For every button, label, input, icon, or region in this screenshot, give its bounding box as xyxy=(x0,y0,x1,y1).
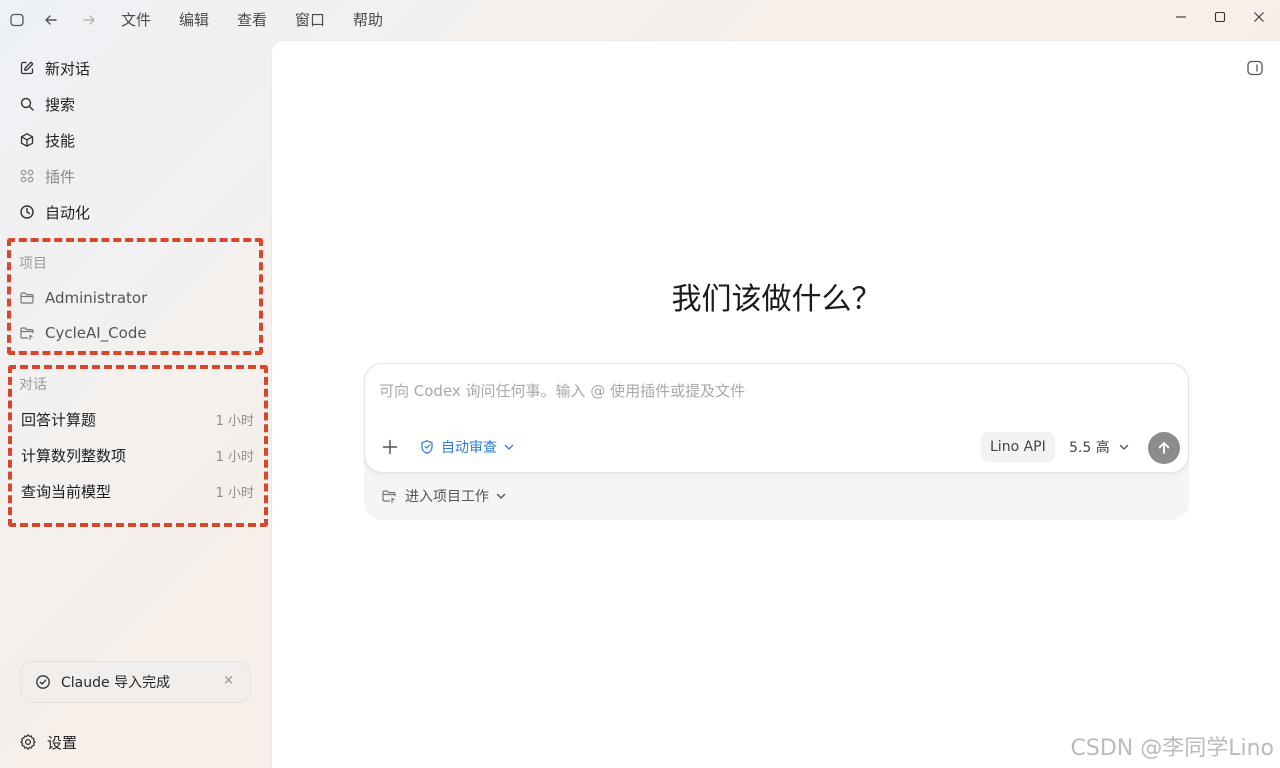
prompt-input[interactable]: 可向 Codex 询问任何事。输入 @ 使用插件或提及文件 xyxy=(379,380,745,401)
menu-view[interactable]: 查看 xyxy=(237,10,267,30)
chevron-down-icon xyxy=(503,441,515,453)
conversation-time: 1 小时 xyxy=(215,413,254,429)
folder-link-icon xyxy=(381,488,397,504)
sidebar-item-label: 技能 xyxy=(45,131,76,150)
sidebar-item-label: 新对话 xyxy=(45,59,91,78)
title-bar: 文件 编辑 查看 窗口 帮助 xyxy=(0,0,1280,40)
project-work-label: 进入项目工作 xyxy=(405,489,489,505)
auto-review-label: 自动审查 xyxy=(441,440,497,456)
menu-file[interactable]: 文件 xyxy=(121,10,151,30)
clock-icon xyxy=(18,203,36,221)
composer-container: 可向 Codex 询问任何事。输入 @ 使用插件或提及文件 自动审查 Lino … xyxy=(364,363,1189,520)
menu-edit[interactable]: 编辑 xyxy=(179,10,209,30)
sidebar-item-search[interactable]: 搜索 xyxy=(18,91,75,117)
watermark: CSDN @李同学Lino xyxy=(1070,736,1275,761)
send-button[interactable] xyxy=(1148,432,1180,464)
conversation-title: 回答计算题 xyxy=(21,410,97,429)
close-icon[interactable] xyxy=(1248,6,1270,28)
forward-arrow-icon[interactable] xyxy=(79,10,99,30)
sidebar-item-label: 搜索 xyxy=(45,95,76,114)
project-item-administrator[interactable]: Administrator xyxy=(18,286,147,310)
projects-section-title: 项目 xyxy=(19,256,47,272)
sidebar-item-automation[interactable]: 自动化 xyxy=(18,199,90,225)
conversation-time: 1 小时 xyxy=(215,485,254,501)
api-provider-chip[interactable]: Lino API xyxy=(981,432,1055,462)
conversation-time: 1 小时 xyxy=(215,449,254,465)
sidebar: 新对话 搜索 技能 插件 自动化 项目 Administrator CycleA… xyxy=(0,40,271,768)
sidebar-item-new-chat[interactable]: 新对话 xyxy=(18,55,90,81)
sidebar-toggle-icon[interactable] xyxy=(7,10,27,30)
maximize-icon[interactable] xyxy=(1209,6,1231,28)
add-attachment-icon[interactable] xyxy=(379,436,401,458)
settings-label: 设置 xyxy=(47,733,78,752)
auto-review-dropdown[interactable]: 自动审查 xyxy=(419,436,515,458)
arrow-up-icon xyxy=(1156,440,1172,456)
conversation-item[interactable]: 查询当前模型 1 小时 xyxy=(21,479,254,503)
toast-close-button[interactable]: × xyxy=(223,673,234,688)
enter-project-work-dropdown[interactable]: 进入项目工作 xyxy=(381,486,507,506)
sidebar-item-label: 自动化 xyxy=(45,203,91,222)
conversation-title: 计算数列整数项 xyxy=(21,446,127,465)
sidebar-item-plugins[interactable]: 插件 xyxy=(18,163,75,189)
chevron-down-icon xyxy=(1118,441,1130,453)
model-selector[interactable]: 5.5 高 xyxy=(1069,436,1130,458)
shield-icon xyxy=(419,439,435,455)
check-circle-icon xyxy=(35,674,51,690)
panel-toggle-icon[interactable] xyxy=(1246,59,1264,77)
gear-icon xyxy=(19,733,37,751)
project-label: CycleAI_Code xyxy=(45,324,147,342)
page-title: 我们该做什么？ xyxy=(671,282,882,317)
menu-window[interactable]: 窗口 xyxy=(295,10,325,30)
sidebar-item-label: 插件 xyxy=(45,167,76,186)
conversation-title: 查询当前模型 xyxy=(21,482,112,501)
sidebar-item-skills[interactable]: 技能 xyxy=(18,127,75,153)
project-label: Administrator xyxy=(45,289,148,307)
chevron-down-icon xyxy=(495,490,507,502)
conversations-section-title: 对话 xyxy=(19,377,47,393)
back-arrow-icon[interactable] xyxy=(41,10,61,30)
menu-help[interactable]: 帮助 xyxy=(353,10,383,30)
minimize-icon[interactable] xyxy=(1170,6,1192,28)
grid-icon xyxy=(18,167,36,185)
main-panel: 我们该做什么？ 可向 Codex 询问任何事。输入 @ 使用插件或提及文件 自动… xyxy=(271,40,1280,768)
settings-button[interactable]: 设置 xyxy=(19,730,77,754)
edit-icon xyxy=(18,59,36,77)
cube-icon xyxy=(18,131,36,149)
folder-link-icon xyxy=(18,324,36,342)
model-label: 5.5 高 xyxy=(1069,440,1110,456)
toast-text: Claude 导入完成 xyxy=(61,675,171,691)
conversation-item[interactable]: 计算数列整数项 1 小时 xyxy=(21,443,254,467)
folder-icon xyxy=(18,289,36,307)
project-item-cycleai-code[interactable]: CycleAI_Code xyxy=(18,321,147,345)
composer[interactable]: 可向 Codex 询问任何事。输入 @ 使用插件或提及文件 自动审查 Lino … xyxy=(364,363,1189,473)
conversation-item[interactable]: 回答计算题 1 小时 xyxy=(21,407,254,431)
search-icon xyxy=(18,95,36,113)
import-complete-toast: Claude 导入完成 × xyxy=(20,661,251,703)
